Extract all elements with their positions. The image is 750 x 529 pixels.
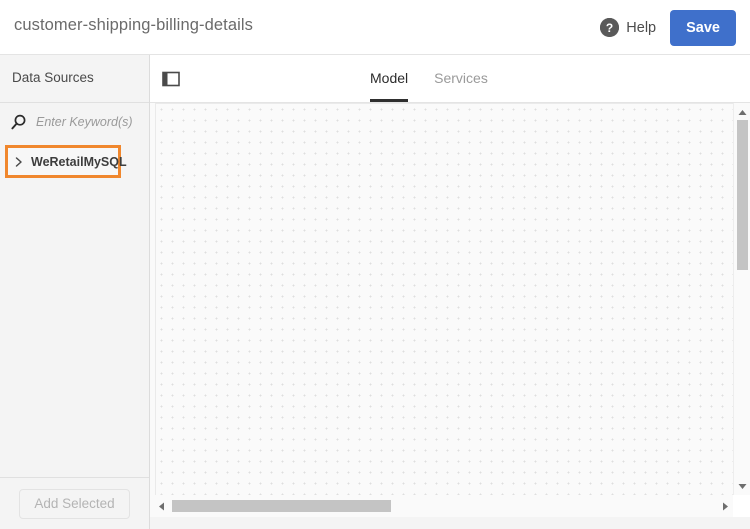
help-button[interactable]: ? Help <box>600 18 656 37</box>
data-sources-sidebar: Data Sources WeRetailMySQL <box>0 55 150 529</box>
question-circle-icon: ? <box>600 18 620 37</box>
bottom-strip <box>150 517 750 529</box>
horizontal-scrollbar-thumb[interactable] <box>172 500 391 512</box>
caret-up-icon[interactable] <box>734 105 750 119</box>
app-root: customer-shipping-billing-details ? Help… <box>0 0 750 529</box>
main-area: Model Services <box>150 55 750 529</box>
app-header: customer-shipping-billing-details ? Help… <box>0 0 750 55</box>
help-label: Help <box>626 19 657 36</box>
caret-right-icon[interactable] <box>718 495 732 517</box>
vertical-scrollbar-thumb[interactable] <box>737 120 748 270</box>
vertical-scrollbar[interactable] <box>733 103 750 495</box>
canvas-wrapper <box>150 103 750 529</box>
chevron-right-icon[interactable] <box>14 156 24 168</box>
search-row <box>0 103 149 141</box>
tree-item-weretailmysql[interactable]: WeRetailMySQL <box>5 145 127 178</box>
search-input[interactable] <box>34 114 143 130</box>
data-source-tree: WeRetailMySQL <box>0 145 149 178</box>
page-title: customer-shipping-billing-details <box>14 16 253 34</box>
scrollbar-corner <box>733 495 750 517</box>
caret-down-icon[interactable] <box>734 479 750 493</box>
add-selected-button[interactable]: Add Selected <box>19 488 130 519</box>
tab-services[interactable]: Services <box>434 55 488 88</box>
search-icon <box>9 113 27 131</box>
horizontal-scrollbar[interactable] <box>150 495 750 517</box>
header-actions: ? Help Save <box>600 0 736 55</box>
svg-text:?: ? <box>606 21 613 35</box>
tab-bar: Model Services <box>150 55 750 103</box>
tabs: Model Services <box>370 55 488 103</box>
panel-toggle-icon[interactable] <box>160 68 182 90</box>
sidebar-header: Data Sources <box>0 55 149 103</box>
save-button[interactable]: Save <box>670 9 736 46</box>
sidebar-title: Data Sources <box>12 70 94 85</box>
caret-left-icon[interactable] <box>154 495 168 517</box>
sidebar-footer: Add Selected <box>0 477 149 529</box>
model-canvas[interactable] <box>155 103 733 495</box>
tab-model[interactable]: Model <box>370 55 409 102</box>
tree-item-label: WeRetailMySQL <box>31 154 127 169</box>
